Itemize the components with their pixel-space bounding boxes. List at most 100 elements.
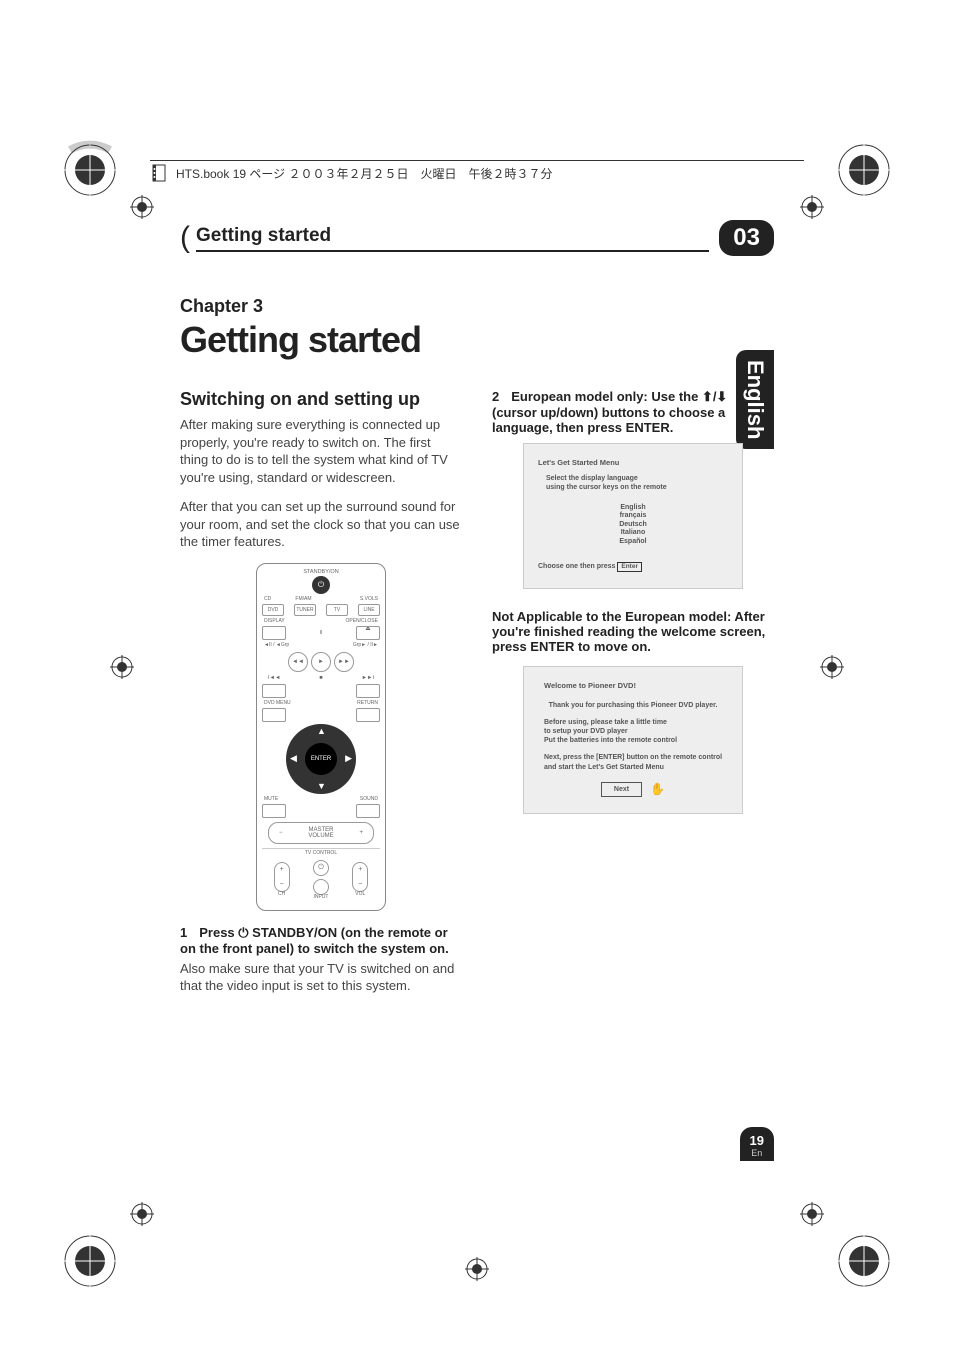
chapter-heading: Chapter 3 Getting started [180, 296, 774, 361]
remote-cursor-ring: ▲ ▼ ◀ ▶ ENTER [286, 724, 356, 794]
remote-tv-button: TV [326, 604, 348, 616]
screen1-footer: Choose one then press Enter [538, 562, 728, 572]
remote-tvcontrol-label: TV CONTROL [262, 848, 380, 856]
cursor-right-icon: ▶ [345, 754, 352, 763]
remote-play-icon: ► [311, 652, 331, 672]
remote-tvinput-button [313, 879, 329, 895]
remote-sound-button [356, 804, 380, 818]
lang-option: English [538, 504, 728, 512]
remote-mute-label: MUTE [264, 797, 278, 802]
remote-openclose-button: ⏏ [356, 626, 380, 640]
screen2-title: Welcome to Pioneer DVD! [544, 681, 728, 691]
remote-rew-icon: ◄◄ [288, 652, 308, 672]
remote-ch-label: CH [274, 892, 290, 897]
section-p2: After that you can set up the surround s… [180, 498, 462, 551]
remote-dvdmenu-button [262, 708, 286, 722]
lang-option: français [538, 512, 728, 520]
remote-tuner-button: TUNER [294, 604, 316, 616]
remote-vol-rocker: +− [352, 862, 368, 892]
section-title: Switching on and setting up [180, 389, 462, 410]
remote-pause-icon: II [319, 631, 322, 637]
remote-svols-label: S.VOLS [360, 597, 378, 602]
screen1-language-list: English français Deutsch Italiano Españo… [538, 504, 728, 546]
language-menu-screenshot: Let's Get Started Menu Select the displa… [523, 443, 743, 589]
remote-display-button [262, 626, 286, 640]
print-header: HTS.book 19 ページ ２００３年２月２５日 火曜日 午後２時３７分 [150, 160, 804, 183]
welcome-screenshot: Welcome to Pioneer DVD! Thank you for pu… [523, 666, 743, 814]
remote-openclose-label: OPEN/CLOSE [345, 619, 378, 624]
remote-hand-icon: ✋ [650, 782, 665, 798]
remote-ffw-icon: ►► [334, 652, 354, 672]
cursor-up-icon: ▲ [317, 727, 326, 736]
remote-nextgrp-label: Grp► / II► [353, 643, 378, 648]
remote-line-button: LINE [358, 604, 380, 616]
remote-display-label: DISPLAY [264, 619, 285, 624]
screen2-next-button: Next [601, 782, 642, 797]
registration-mark-mb [465, 1257, 489, 1281]
screen2-line3: Next, press the [ENTER] button on the re… [544, 753, 722, 771]
registration-mark-ml [110, 655, 134, 679]
binder-icon [150, 163, 170, 183]
remote-skipback-button [262, 684, 286, 698]
remote-stop-icon: ■ [319, 676, 322, 682]
remote-return-button [356, 708, 380, 722]
remote-input-label: INPUT [313, 895, 329, 900]
lang-option: Español [538, 538, 728, 546]
screen2-line1: Thank you for purchasing this Pioneer DV… [544, 701, 722, 710]
page-lang: En [750, 1148, 764, 1158]
remote-dvdmenu-label: DVD MENU [264, 701, 291, 706]
remote-prevgrp-label: ◄II / ◄Grp [264, 643, 289, 648]
cursor-down-icon: ▼ [317, 782, 326, 791]
right-column: 2European model only: Use the ⬆/⬇ (curso… [492, 389, 774, 1007]
standby-button-icon: ⏻ [312, 576, 330, 594]
step-1: 1Press ⏻ STANDBY/ON (on the remote or on… [180, 925, 462, 956]
screen2-line2: Before using, please take a little time … [544, 718, 722, 745]
header-paren-icon: ( [180, 221, 190, 255]
step-2-text: European model only: Use the ⬆/⬇ (cursor… [492, 389, 727, 435]
registration-mark-br [834, 1231, 894, 1291]
cursor-left-icon: ◀ [290, 754, 297, 763]
header-bar: ( Getting started 03 [180, 220, 774, 256]
page-content: ( Getting started 03 Chapter 3 Getting s… [180, 220, 774, 1161]
step-2-number: 2 [492, 389, 499, 404]
running-head-title: Getting started [196, 225, 709, 252]
registration-mark-tl2 [130, 195, 154, 219]
step-1-text: Press ⏻ STANDBY/ON (on the remote or on … [180, 925, 449, 956]
step-2: 2European model only: Use the ⬆/⬇ (curso… [492, 389, 734, 435]
step-3: Not Applicable to the European model: Af… [492, 609, 774, 654]
registration-mark-bl [60, 1231, 120, 1291]
registration-mark-tl [60, 140, 120, 200]
remote-standby-label: STANDBY/ON [262, 570, 380, 576]
remote-skipback-icon: I◄◄ [268, 676, 280, 682]
screen1-subtitle: Select the display language using the cu… [546, 474, 728, 492]
remote-mute-button [262, 804, 286, 818]
chapter-label: Chapter 3 [180, 296, 774, 317]
remote-return-label: RETURN [357, 701, 378, 706]
registration-mark-br2 [800, 1202, 824, 1226]
screen1-title: Let's Get Started Menu [538, 458, 728, 468]
remote-diagram: STANDBY/ON ⏻ CD FM/AM S.VOLS DVD TUNER T… [256, 563, 386, 911]
remote-skipfwd-icon: ►►I [362, 676, 374, 682]
page-number: 19 [750, 1133, 764, 1148]
remote-master-volume: −MASTER VOLUME+ [268, 822, 374, 844]
screen1-enter-box: Enter [617, 562, 642, 572]
remote-enter-button: ENTER [305, 743, 337, 775]
step-3-text: Not Applicable to the European model: Af… [492, 609, 765, 654]
lang-option: Italiano [538, 529, 728, 537]
remote-ch-rocker: +− [274, 862, 290, 892]
page-number-badge: 19 En [740, 1127, 774, 1161]
step-1-body: Also make sure that your TV is switched … [180, 960, 462, 995]
step-1-number: 1 [180, 925, 187, 940]
remote-tvpower-icon: ⏻ [313, 860, 329, 876]
registration-mark-bl2 [130, 1202, 154, 1226]
left-column: Switching on and setting up After making… [180, 389, 462, 1007]
lang-option: Deutsch [538, 521, 728, 529]
registration-mark-mr [820, 655, 844, 679]
chapter-tab-number: 03 [719, 220, 774, 256]
remote-cd-label: CD [264, 597, 271, 602]
chapter-title: Getting started [180, 319, 774, 361]
remote-dvd-button: DVD [262, 604, 284, 616]
registration-mark-tr2 [800, 195, 824, 219]
registration-mark-tr [834, 140, 894, 200]
screen2-next-row: Next ✋ [538, 782, 728, 798]
